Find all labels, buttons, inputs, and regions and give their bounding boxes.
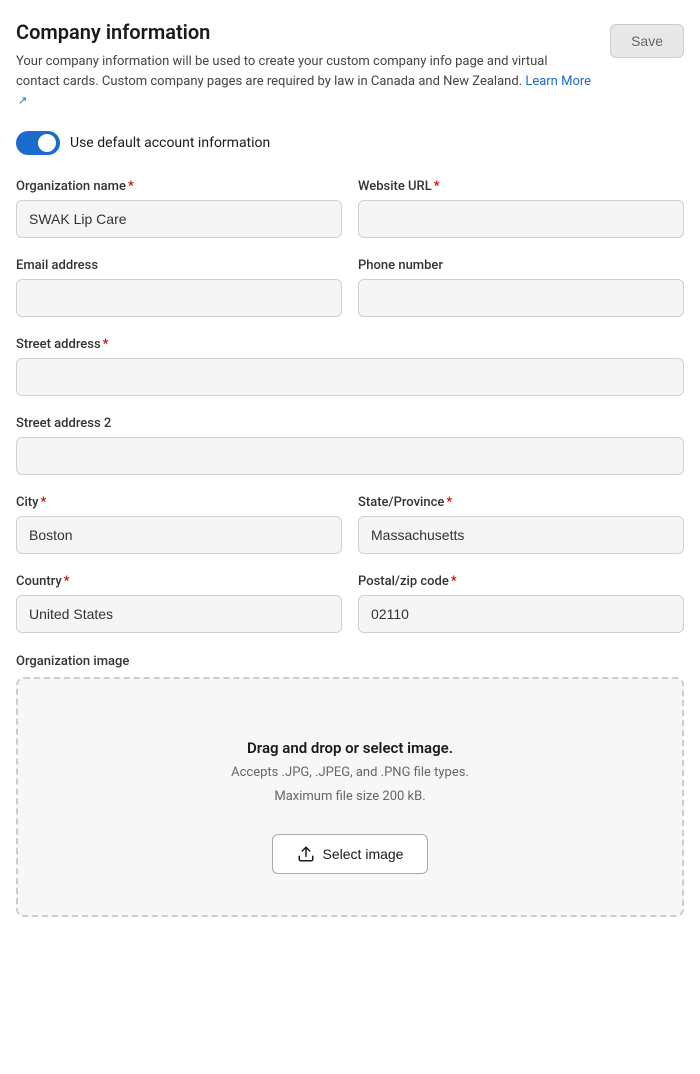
state-input[interactable] (358, 516, 684, 554)
country-label: Country* (16, 574, 342, 589)
street1-label: Street address* (16, 337, 684, 352)
street2-input[interactable] (16, 437, 684, 475)
image-label: Organization image (16, 654, 129, 669)
street2-section: Street address 2 (16, 416, 684, 475)
learn-more-text: Learn More (525, 74, 591, 89)
phone-input[interactable] (358, 279, 684, 317)
image-upload-area[interactable]: Drag and drop or select image. Accepts .… (16, 677, 684, 917)
max-size-text: Maximum file size 200 kB. (274, 787, 425, 807)
phone-group: Phone number (358, 258, 684, 317)
street1-required: * (103, 337, 109, 352)
page-container: Company information Your company informa… (16, 20, 684, 917)
country-group: Country* (16, 574, 342, 633)
org-website-row: Organization name* Website URL* (16, 179, 684, 238)
email-group: Email address (16, 258, 342, 317)
header-text: Company information Your company informa… (16, 20, 594, 111)
org-name-required: * (128, 179, 134, 194)
state-label: State/Province* (358, 495, 684, 510)
state-required: * (446, 495, 452, 510)
toggle-switch[interactable] (16, 131, 60, 155)
org-name-group: Organization name* (16, 179, 342, 238)
city-input[interactable] (16, 516, 342, 554)
external-link-icon: ↗︎ (18, 93, 27, 110)
website-input-blurred[interactable] (358, 200, 684, 238)
toggle-label: Use default account information (70, 135, 270, 151)
postal-group: Postal/zip code* (358, 574, 684, 633)
toggle-slider (16, 131, 60, 155)
description-text: Your company information will be used to… (16, 54, 548, 89)
email-phone-row: Email address Phone number (16, 258, 684, 317)
postal-input[interactable] (358, 595, 684, 633)
phone-label: Phone number (358, 258, 684, 273)
org-name-label: Organization name* (16, 179, 342, 194)
email-label: Email address (16, 258, 342, 273)
email-input-blurred[interactable] (16, 279, 342, 317)
org-name-input[interactable] (16, 200, 342, 238)
street2-label: Street address 2 (16, 416, 684, 431)
street1-section: Street address* (16, 337, 684, 396)
select-image-button[interactable]: Select image (272, 834, 429, 874)
website-required: * (434, 179, 440, 194)
accepts-text: Accepts .JPG, .JPEG, and .PNG file types… (231, 763, 469, 783)
city-group: City* (16, 495, 342, 554)
postal-required: * (451, 574, 457, 589)
website-label: Website URL* (358, 179, 684, 194)
country-input[interactable] (16, 595, 342, 633)
state-group: State/Province* (358, 495, 684, 554)
image-section: Organization image Drag and drop or sele… (16, 653, 684, 917)
street2-group: Street address 2 (16, 416, 684, 475)
postal-label: Postal/zip code* (358, 574, 684, 589)
page-description: Your company information will be used to… (16, 52, 594, 111)
city-label: City* (16, 495, 342, 510)
toggle-row: Use default account information (16, 131, 684, 155)
country-postal-row: Country* Postal/zip code* (16, 574, 684, 633)
save-button[interactable]: Save (610, 24, 684, 58)
upload-icon (297, 845, 315, 863)
country-required: * (64, 574, 70, 589)
street1-input-blurred[interactable] (16, 358, 684, 396)
drag-drop-text: Drag and drop or select image. (247, 739, 453, 757)
page-title: Company information (16, 20, 594, 44)
select-image-label: Select image (323, 846, 404, 862)
header-row: Company information Your company informa… (16, 20, 684, 111)
street1-group: Street address* (16, 337, 684, 396)
website-group: Website URL* (358, 179, 684, 238)
city-required: * (41, 495, 47, 510)
city-state-row: City* State/Province* (16, 495, 684, 554)
